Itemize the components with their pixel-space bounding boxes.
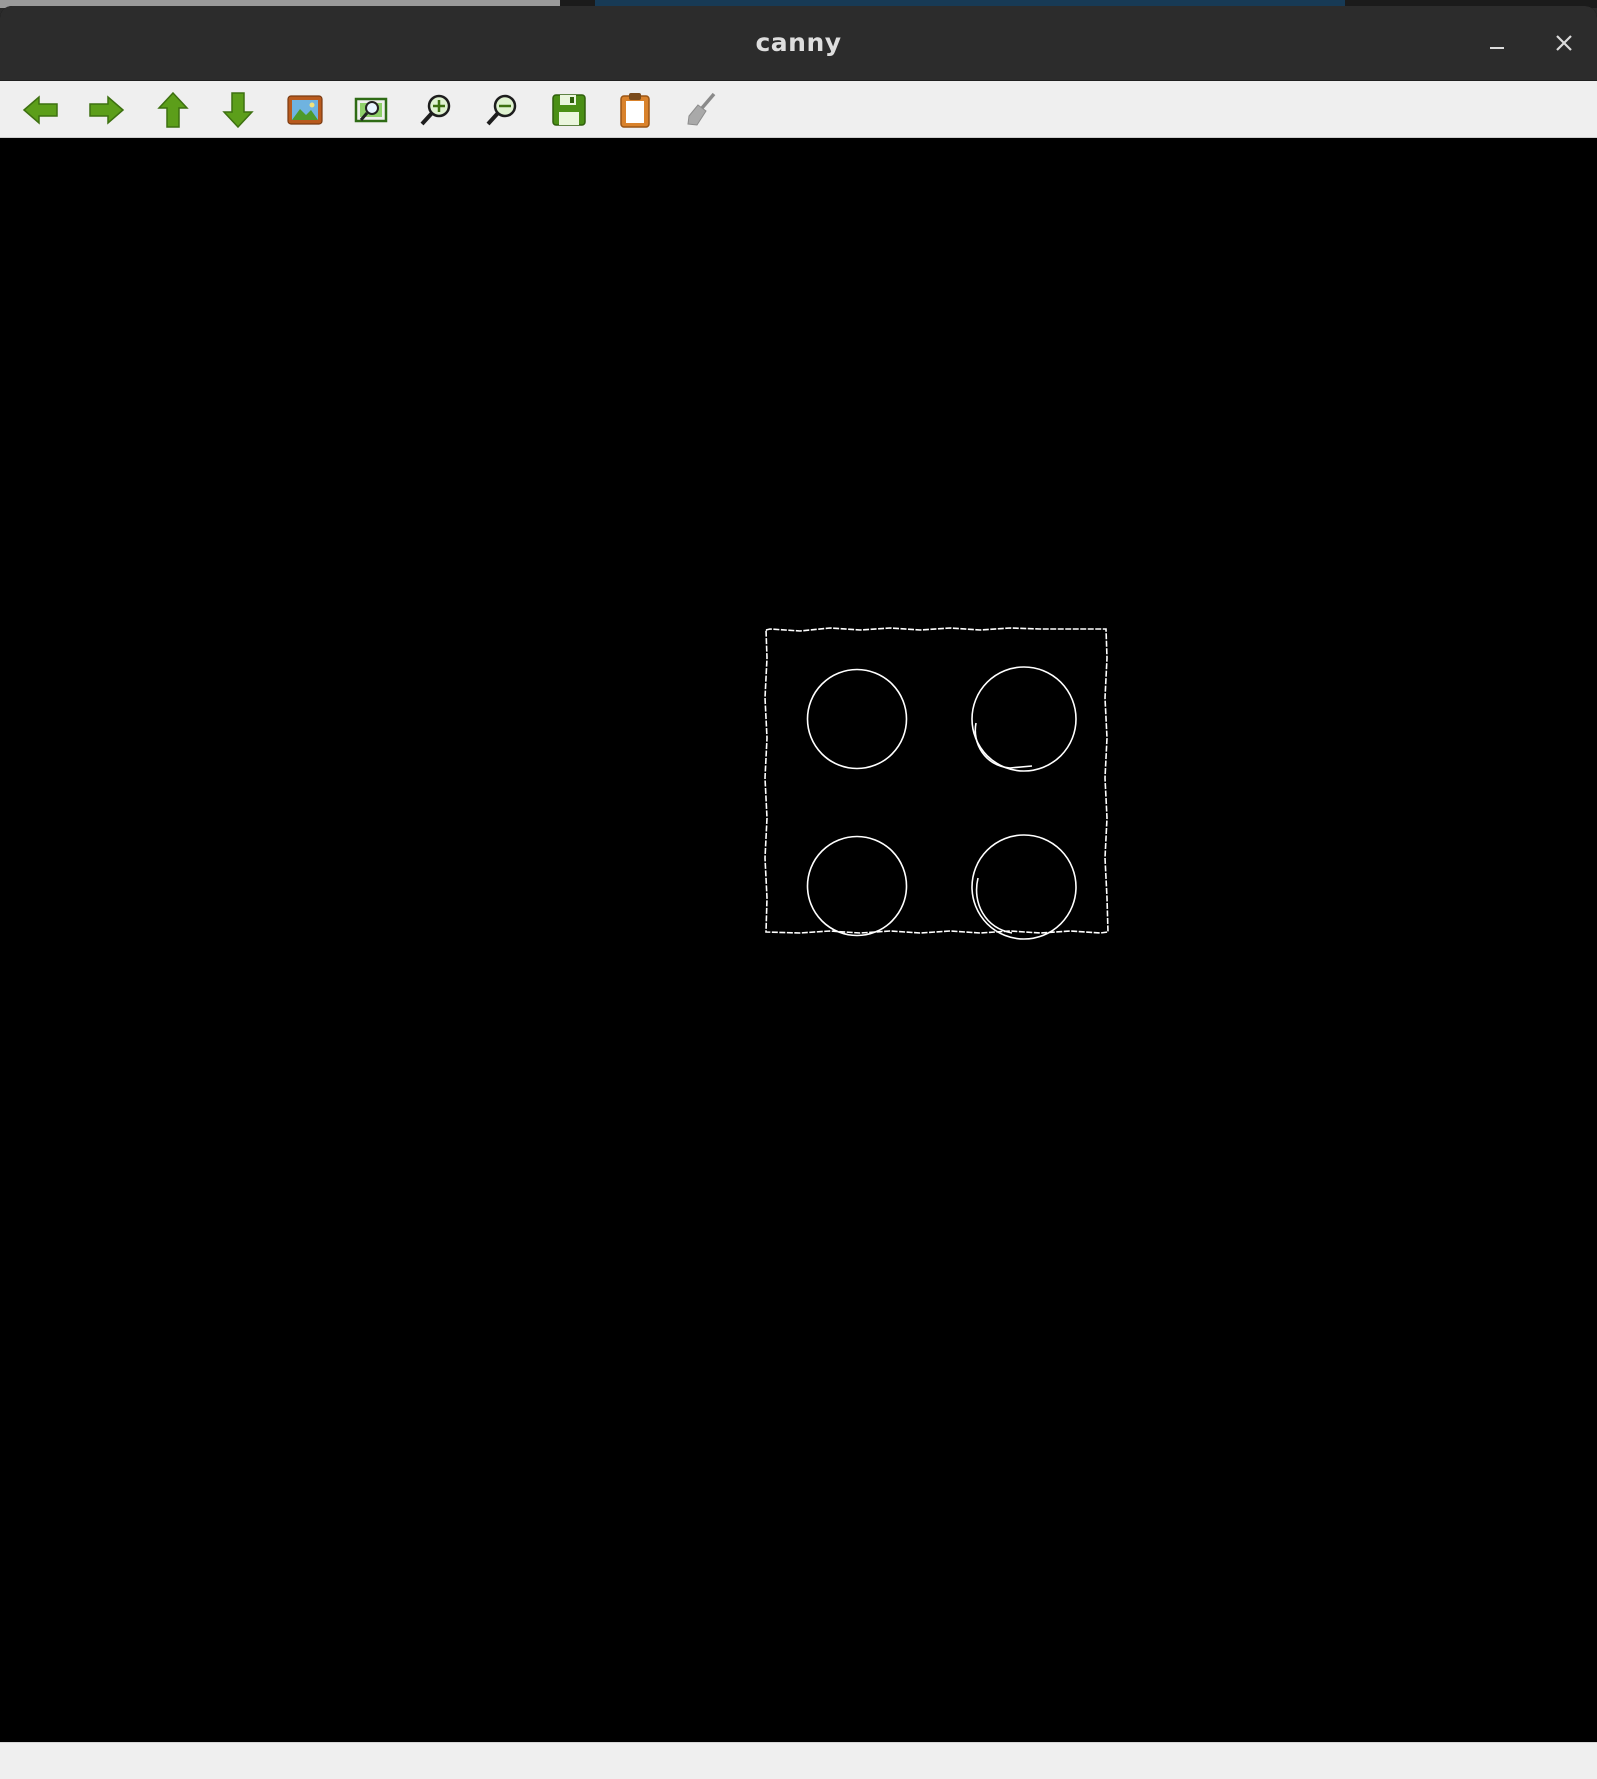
zoom-original-button[interactable] — [285, 91, 325, 129]
brush-icon — [687, 92, 716, 126]
toolbar — [0, 81, 1597, 138]
minimize-button[interactable] — [1478, 24, 1516, 62]
circle-edge-bottom-left — [806, 835, 908, 937]
pan-up-button[interactable] — [153, 91, 193, 129]
image-viewer-window: canny — [0, 6, 1597, 1779]
copy-clipboard-button[interactable] — [615, 91, 655, 129]
window-titlebar[interactable]: canny — [0, 6, 1597, 81]
status-bar — [0, 1742, 1597, 1779]
arrow-left-icon — [22, 95, 58, 125]
image-canvas[interactable] — [0, 138, 1597, 1742]
square-edge — [764, 627, 1109, 934]
circle-edge-top-left — [806, 668, 908, 770]
properties-button[interactable] — [681, 91, 721, 129]
zoom-out-icon — [486, 94, 517, 126]
pan-left-button[interactable] — [21, 91, 61, 129]
close-button[interactable] — [1545, 24, 1583, 62]
arrow-up-icon — [157, 91, 189, 128]
window-title: canny — [755, 28, 842, 57]
image-icon — [287, 95, 323, 125]
circle-inner-edge-bottom-right — [975, 877, 1013, 934]
zoom-in-icon — [420, 94, 451, 126]
arrow-down-icon — [222, 92, 254, 129]
canny-edge-image — [764, 627, 1109, 940]
zoom-fit-button[interactable] — [351, 91, 391, 129]
pan-right-button[interactable] — [86, 91, 126, 129]
zoom-in-button[interactable] — [417, 91, 457, 129]
pan-down-button[interactable] — [218, 91, 258, 129]
clipboard-icon — [620, 93, 650, 128]
arrow-right-icon — [89, 95, 125, 125]
minimize-icon — [1490, 47, 1504, 49]
circle-edge-top-right — [971, 666, 1077, 772]
circle-inner-edge-top-right — [974, 722, 1033, 769]
zoom-fit-icon — [354, 97, 388, 123]
circle-edge-bottom-right — [971, 834, 1077, 940]
close-icon — [1556, 35, 1572, 51]
floppy-disk-icon — [552, 94, 586, 126]
zoom-out-button[interactable] — [483, 91, 523, 129]
save-button[interactable] — [549, 91, 589, 129]
